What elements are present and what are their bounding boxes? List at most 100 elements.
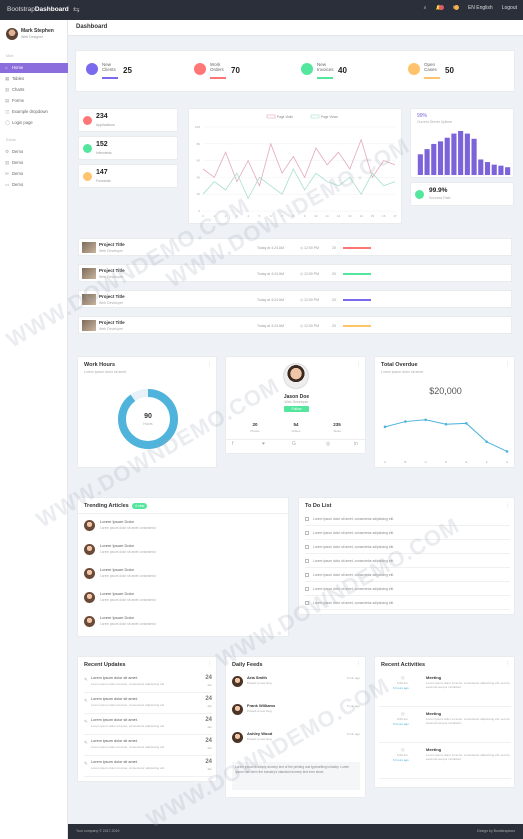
feed-item[interactable]: Aria Smith Posted a new blog 5 min ago bbox=[232, 675, 360, 699]
facebook-icon[interactable]: f bbox=[232, 441, 233, 447]
todo-checkbox[interactable] bbox=[305, 573, 309, 577]
x-tick-label: 16 bbox=[382, 214, 386, 218]
activity-item[interactable]: ◷ 6:00 am 6 hours ago Meeting Lorem ipsum do… bbox=[379, 675, 511, 707]
line-chart: 1008060402000 1 2 3 4 5 6 7 8 9 10 11 12 13 14 15 16 17Pa… bbox=[195, 114, 397, 218]
sidebar-item-charts[interactable]: ▥ Charts bbox=[0, 85, 68, 95]
activity-item[interactable]: ◷ 6:00 am 6 hours ago Meeting Lorem ipsum do… bbox=[379, 747, 511, 779]
twitter-icon[interactable]: ♥ bbox=[262, 441, 265, 447]
todo-checkbox[interactable] bbox=[305, 545, 309, 549]
list-item[interactable]: Lorem Ipsum Dolor Lorem ipsum dolor sit a… bbox=[84, 542, 284, 562]
project-row[interactable]: Project Title Web Developer Today at 4:2… bbox=[78, 238, 512, 256]
sidebar-profile: Mark Stephen Web Designer bbox=[6, 28, 64, 50]
feed-item[interactable]: Frank Williams Posted a new blog 5 min ago bbox=[232, 703, 360, 727]
update-item[interactable]: ✎ Lorem ipsum dolor sit amet. Lorem ipsum … bbox=[84, 738, 212, 756]
project-row[interactable]: Project Title Web Developer Today at 4:2… bbox=[78, 290, 512, 308]
sidebar-item-demo-3[interactable]: ✉ Demo bbox=[0, 169, 68, 179]
bar bbox=[471, 138, 477, 175]
update-item[interactable]: ✎ Lorem ipsum dolor sit amet. Lorem ipsum … bbox=[84, 696, 212, 714]
more-icon[interactable]: ⋮ bbox=[356, 361, 361, 367]
menu-toggle-icon[interactable]: ⇆ bbox=[73, 5, 80, 14]
list-item[interactable]: Lorem Ipsum Dolor Lorem ipsum dolor sit a… bbox=[84, 614, 284, 634]
y-tick-label: 40 bbox=[197, 175, 201, 179]
project-row[interactable]: Project Title Web Developer Today at 4:2… bbox=[78, 264, 512, 282]
todo-checkbox[interactable] bbox=[305, 601, 309, 605]
x-tick-label: 9 bbox=[304, 214, 306, 218]
bar bbox=[484, 162, 491, 175]
more-icon[interactable]: ⋮ bbox=[505, 661, 510, 667]
uptime-card: 99% Current Server Uptime bbox=[410, 108, 514, 178]
todo-item[interactable]: Lorem ipsum dolor sit amet, consectetur … bbox=[305, 516, 510, 526]
bar bbox=[444, 137, 450, 175]
sidebar: Mark Stephen Web Designer Main ⌂ Home ▦ Ta… bbox=[0, 20, 68, 839]
footer: Your company © 2017-2019 Design by Boots… bbox=[68, 824, 523, 839]
todo-checkbox[interactable] bbox=[305, 517, 309, 521]
sidebar-item-demo-4[interactable]: ▭ Demo bbox=[0, 180, 68, 190]
todo-item[interactable]: Lorem ipsum dolor sit amet, consectetur … bbox=[305, 572, 510, 582]
update-item[interactable]: ✎ Lorem ipsum dolor sit amet. Lorem ipsum … bbox=[84, 759, 212, 777]
legend-label[interactable]: Page Visits bbox=[277, 115, 293, 119]
feed-item[interactable]: Ashley Wood Posted a new blog 5 min ago bbox=[232, 731, 360, 755]
data-point bbox=[505, 450, 509, 453]
avatar bbox=[232, 704, 243, 715]
avatar bbox=[232, 676, 243, 687]
todo-checkbox[interactable] bbox=[305, 559, 309, 563]
list-item[interactable]: Lorem Ipsum Dolor Lorem ipsum dolor sit a… bbox=[84, 590, 284, 610]
overdue-line-chart: A B C D E F G bbox=[383, 418, 509, 464]
sidebar-item-demo-1[interactable]: ⚙ Demo bbox=[0, 147, 68, 157]
stat-new-invoices: New Invoices 40 bbox=[301, 59, 401, 85]
clock-icon: ◷ bbox=[401, 675, 405, 680]
data-point bbox=[485, 440, 488, 444]
footer-credit: Design by Bootstrapious bbox=[477, 829, 515, 833]
update-item[interactable]: ✎ Lorem ipsum dolor sit amet. Lorem ipsum … bbox=[84, 717, 212, 735]
mini-stat-forwards: 147 Forwards bbox=[78, 164, 178, 188]
list-item[interactable]: Lorem Ipsum Dolor Lorem ipsum dolor sit a… bbox=[84, 566, 284, 586]
sidebar-item-home[interactable]: ⌂ Home bbox=[0, 63, 68, 73]
activity-item[interactable]: ◷ 6:00 am 6 hours ago Meeting Lorem ipsum do… bbox=[379, 711, 511, 743]
messages-icon[interactable]: ✉ bbox=[453, 5, 459, 11]
todo-item[interactable]: Lorem ipsum dolor sit amet, consectetur … bbox=[305, 544, 510, 554]
more-icon[interactable]: ⋮ bbox=[356, 661, 361, 667]
user-stat-videos-value: 54 bbox=[293, 422, 299, 427]
google-plus-icon[interactable]: G bbox=[292, 441, 296, 447]
grid-icon: ▦ bbox=[5, 76, 10, 81]
sidebar-item-login-page[interactable]: ◯ Login page bbox=[0, 118, 68, 128]
user-role: Web Developer bbox=[284, 400, 309, 404]
brand-logo[interactable]: BootstrapDashboard bbox=[7, 6, 69, 13]
sidebar-item-forms[interactable]: ▤ Forms bbox=[0, 96, 68, 106]
settings-icon: ⚙ bbox=[5, 149, 10, 154]
avatar bbox=[6, 28, 18, 40]
follow-button[interactable]: Follow bbox=[284, 406, 309, 412]
calendar-icon bbox=[83, 144, 92, 153]
bar bbox=[498, 165, 504, 175]
todo-item[interactable]: Lorem ipsum dolor sit amet, consectetur … bbox=[305, 600, 510, 610]
sidebar-section-main: Main bbox=[6, 54, 14, 58]
search-icon[interactable]: ⌕ bbox=[424, 5, 427, 11]
linkedin-icon[interactable]: in bbox=[354, 441, 358, 447]
more-icon[interactable]: ⋮ bbox=[207, 661, 212, 667]
avatar bbox=[283, 363, 309, 389]
sidebar-item-example-dropdown[interactable]: ◫ Example dropdown bbox=[0, 107, 68, 117]
x-tick-label: 14 bbox=[359, 214, 363, 218]
data-point bbox=[465, 422, 468, 425]
bar bbox=[458, 131, 464, 175]
notifications-icon[interactable]: 🔔 bbox=[436, 5, 444, 11]
logout-link[interactable]: Logout bbox=[502, 5, 517, 11]
update-item[interactable]: ✎ Lorem ipsum dolor sit amet. Lorem ipsum … bbox=[84, 675, 212, 693]
list-item[interactable]: Lorem Ipsum Dolor Lorem ipsum dolor sit a… bbox=[84, 518, 284, 538]
todo-item[interactable]: Lorem ipsum dolor sit amet, consectetur … bbox=[305, 586, 510, 596]
instagram-icon[interactable]: ◎ bbox=[326, 441, 330, 447]
todo-item[interactable]: Lorem ipsum dolor sit amet, consectetur … bbox=[305, 530, 510, 540]
mail-icon: ✉ bbox=[5, 171, 9, 176]
more-icon[interactable]: ⋮ bbox=[505, 502, 510, 508]
sidebar-item-tables[interactable]: ▦ Tables bbox=[0, 74, 68, 84]
legend-label[interactable]: Page Views bbox=[321, 115, 338, 119]
x-tick-label: E bbox=[465, 460, 467, 464]
project-row[interactable]: Project Title Web Developer Today at 4:2… bbox=[78, 316, 512, 334]
language-dropdown[interactable]: EN English bbox=[468, 5, 493, 11]
todo-checkbox[interactable] bbox=[305, 587, 309, 591]
todo-item[interactable]: Lorem ipsum dolor sit amet, consectetur … bbox=[305, 558, 510, 568]
todo-checkbox[interactable] bbox=[305, 531, 309, 535]
x-tick-label: 11 bbox=[326, 214, 329, 218]
stat-open-cases: Open Cases 50 bbox=[408, 59, 508, 85]
sidebar-item-demo-2[interactable]: ▥ Demo bbox=[0, 158, 68, 168]
